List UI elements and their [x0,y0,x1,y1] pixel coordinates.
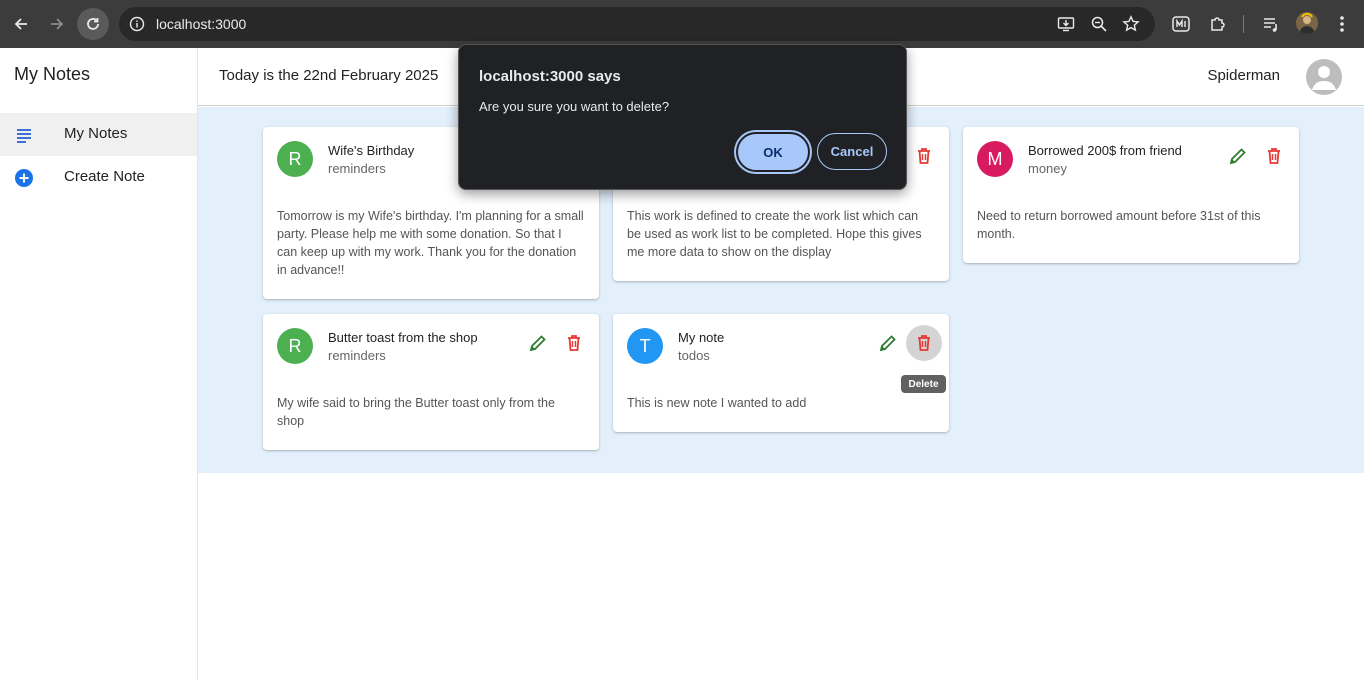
note-category: reminders [328,348,386,363]
profile-picture-icon [1296,12,1318,34]
install-app-icon[interactable] [1057,15,1075,33]
note-avatar: R [277,328,313,364]
cancel-button[interactable]: Cancel [817,133,887,170]
sidebar-item-create-note[interactable]: Create Note [0,156,197,199]
note-body: Tomorrow is my Wife's birthday. I'm plan… [277,209,584,277]
note-body: Need to return borrowed amount before 31… [977,209,1261,241]
note-category: reminders [328,161,386,176]
ok-button[interactable]: OK [736,132,810,172]
edit-pencil-icon[interactable] [528,333,548,353]
confirm-dialog: localhost:3000 says Are you sure you wan… [458,44,907,190]
note-card: M Borrowed 200$ from friend money Need t… [963,127,1299,263]
reload-button[interactable] [77,8,109,40]
media-queue-icon[interactable] [1261,14,1281,34]
note-body: This work is defined to create the work … [627,209,922,259]
site-info-icon[interactable] [129,16,145,32]
note-title: Borrowed 200$ from friend [1028,143,1182,158]
dialog-title: localhost:3000 says [479,68,621,85]
add-circle-icon [15,169,33,187]
note-title: Butter toast from the shop [328,330,478,345]
reload-icon [87,18,99,30]
profile-avatar[interactable] [1296,12,1318,34]
url-text: localhost:3000 [156,16,247,32]
note-avatar: M [977,141,1013,177]
browser-toolbar: localhost:3000 [0,0,1364,48]
note-card: T My note todos This is new note I wante… [613,314,949,432]
extensions-puzzle-icon[interactable] [1208,14,1228,34]
edit-pencil-icon[interactable] [1228,146,1248,166]
back-button[interactable] [5,8,37,40]
more-menu-icon[interactable] [1334,14,1350,34]
note-body: This is new note I wanted to add [627,396,807,410]
note-body: My wife said to bring the Butter toast o… [277,396,555,428]
address-bar[interactable]: localhost:3000 [119,7,1155,41]
delete-icon[interactable] [564,333,584,353]
forward-arrow-icon [51,18,64,30]
note-avatar: R [277,141,313,177]
sidebar-item-label: My Notes [64,125,128,142]
note-card: R Butter toast from the shop reminders M… [263,314,599,450]
sidebar-item-label: Create Note [64,168,145,185]
toolbar-divider [1243,15,1244,33]
sidebar: My Notes My Notes Create Note [0,48,198,680]
extension-m-icon[interactable] [1171,14,1191,34]
date-text: Today is the 22nd February 2025 [219,67,439,84]
delete-tooltip: Delete [901,375,946,393]
zoom-icon[interactable] [1090,15,1108,33]
sidebar-item-my-notes[interactable]: My Notes [0,113,197,156]
delete-icon[interactable] [1264,146,1284,166]
account-circle-icon [1312,66,1336,90]
note-title: Wife's Birthday [328,143,415,158]
bookmark-star-icon[interactable] [1122,15,1140,33]
note-category: money [1028,161,1068,176]
dialog-message: Are you sure you want to delete? [479,99,670,114]
app-brand: My Notes [14,64,91,84]
forward-button[interactable] [41,8,73,40]
back-arrow-icon [14,18,27,30]
note-avatar: T [627,328,663,364]
note-category: todos [678,348,710,363]
delete-button-hovered[interactable] [906,325,942,361]
notes-list-icon [17,129,31,143]
note-title: My note [678,330,725,345]
delete-icon[interactable] [914,146,934,166]
edit-pencil-icon[interactable] [878,333,898,353]
delete-icon [918,335,930,351]
username: Spiderman [1207,67,1280,84]
user-avatar[interactable] [1306,59,1342,95]
